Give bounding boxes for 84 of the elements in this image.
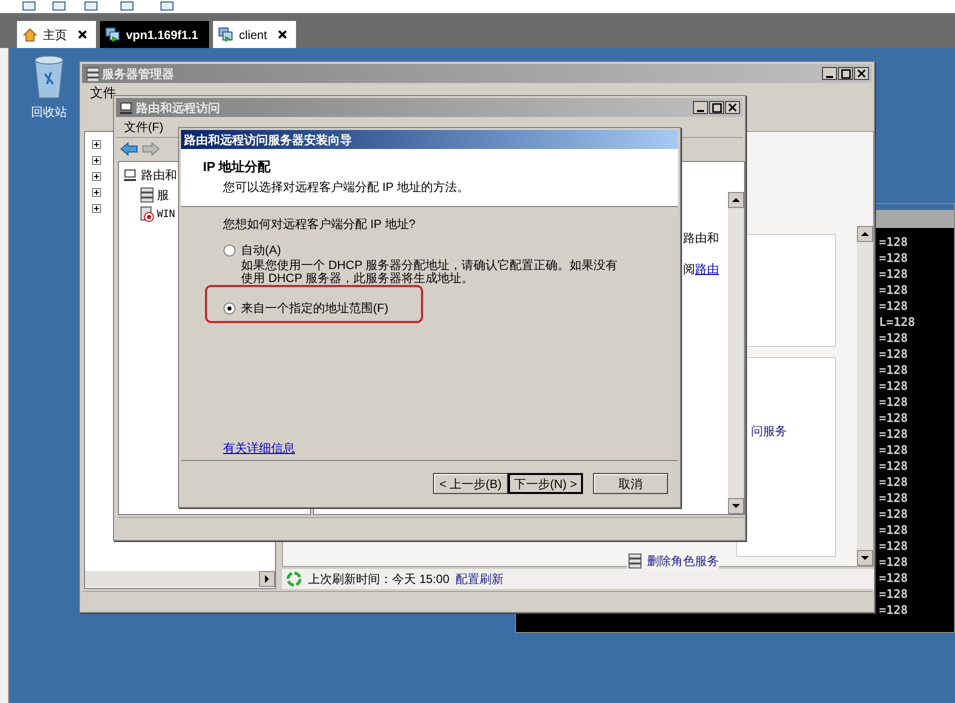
console-line: =128 [879,602,909,618]
console-line: =128 [879,394,909,410]
close-button[interactable] [854,67,869,80]
console-line: =128 [879,458,909,474]
console-line: =128 [879,234,909,250]
description-text: 阅 [683,261,695,278]
horizontal-scrollbar[interactable] [85,571,275,587]
console-line: =128 [879,346,909,362]
help-link[interactable]: 有关详细信息 [223,439,295,457]
description-text: 路由和 [683,230,719,247]
window-title: 路由和远程访问 [136,100,220,116]
menu-item[interactable]: 文件 [90,83,116,103]
console-line: =128 [879,538,909,554]
tree-item[interactable]: 服 [157,186,169,204]
vm-tab[interactable]: 主页 [17,21,96,48]
console-line: =128 [879,266,909,282]
wizard-heading: IP 地址分配 [203,158,272,176]
expand-icon [92,140,101,149]
window-title: 路由和远程访问服务器安装向导 [184,132,352,148]
server-alert-icon [139,206,155,222]
expand-icon [92,172,101,181]
toolbar-icon [160,1,174,11]
toolbar-icon [52,1,66,11]
toolbar-icon [84,1,98,11]
minimize-button[interactable] [693,101,708,114]
close-icon [727,102,738,113]
radio-option[interactable]: 来自一个指定的地址范围(F) [223,299,636,317]
minimize-button[interactable] [822,67,837,80]
desktop-icon-label[interactable]: 回收站 [31,103,67,121]
console-line: =128 [879,378,909,394]
wizard-button[interactable]: 取消 [593,473,668,494]
server-icon [627,553,643,569]
console-line: L=128 [879,314,916,330]
expand-icon [92,188,101,197]
maximize-button[interactable] [838,67,853,80]
toolbar-icon [120,1,134,11]
console-line: =128 [879,490,909,506]
wizard-button[interactable]: 下一步(N) > [508,473,583,494]
console-line: =128 [879,586,909,602]
refresh-status-text: 上次刷新时间：今天 15:00 [308,571,450,588]
back-arrow-icon [120,142,138,156]
help-link[interactable]: 路由 [695,260,719,278]
tree-item[interactable]: 路由和 [141,166,177,184]
vertical-scrollbar[interactable] [857,226,873,566]
close-button[interactable] [725,101,740,114]
console-line: =128 [879,410,909,426]
expand-icon [92,156,101,165]
vertical-scrollbar[interactable] [728,192,744,514]
house-icon [22,26,38,42]
refresh-link[interactable]: 配置刷新 [455,570,504,588]
console-line: =128 [879,298,909,314]
maximize-icon [840,68,851,79]
toolbar-icon [22,1,36,11]
close-icon [856,68,867,79]
option-description: 如果您使用一个 DHCP 服务器分配地址，请确认它配置正确。如果没有使用 DHCP 服务器，此服务器将生成地址。 [240,259,618,285]
console-line: =128 [879,282,909,298]
console-line: =128 [879,570,909,586]
console-line: =128 [879,330,909,346]
vm-tab[interactable]: client [213,21,296,48]
console-line: =128 [879,426,909,442]
task-link[interactable]: 问服务 [751,422,787,440]
refresh-icon [286,571,302,587]
console-line: =128 [879,442,909,458]
vm-tab[interactable]: vpn1.169f1.1 [100,21,210,48]
minimize-icon [697,110,704,112]
wizard-button[interactable]: < 上一步(B) [433,473,508,494]
window-title: 服务器管理器 [102,66,174,82]
console-line: =128 [879,506,909,522]
expand-icon [92,204,101,213]
console-line: =128 [879,474,909,490]
maximize-button[interactable] [709,101,724,114]
menu-item[interactable]: 文件(F) [124,118,164,136]
question-text: 您想如何对远程客户端分配 IP 地址? [223,216,416,233]
console-line: =128 [879,362,909,378]
console-line: =128 [879,554,909,570]
maximize-icon [711,102,722,113]
radio-option[interactable]: 自动(A) [223,241,636,259]
forward-arrow-icon [142,142,160,156]
tree-item[interactable]: WIN [157,206,176,222]
minimize-icon [826,76,833,78]
server-icon [139,187,155,203]
console-line: =128 [879,250,909,266]
wizard-subheading: 您可以选择对远程客户端分配 IP 地址的方法。 [222,178,470,196]
console-line: =128 [879,522,909,538]
